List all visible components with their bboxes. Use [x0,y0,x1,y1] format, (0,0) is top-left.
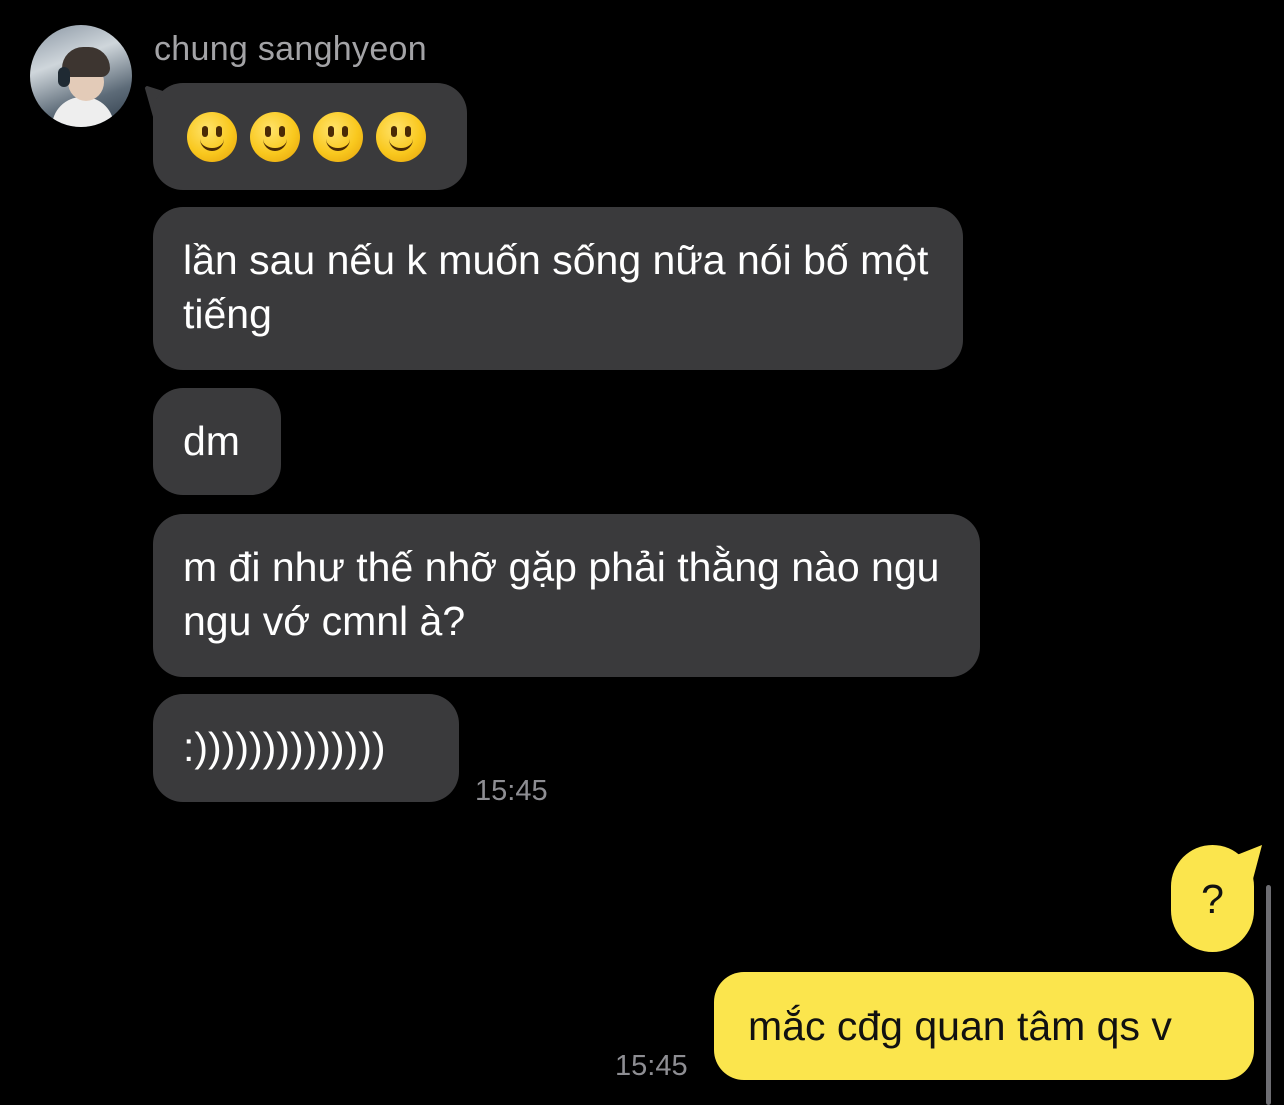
slightly-smiling-face-icon [313,111,363,162]
avatar-shirt [52,97,114,127]
slightly-smiling-face-icon [187,111,237,162]
scrollbar[interactable] [1266,885,1271,1105]
sender-avatar[interactable] [30,25,132,127]
avatar-headphones [58,67,70,87]
outgoing-timestamp: 15:45 [615,1050,688,1082]
incoming-message[interactable]: dm [153,388,281,495]
outgoing-message[interactable]: mắc cđg quan tâm qs v [714,972,1254,1080]
outgoing-message[interactable]: ? [1171,845,1254,952]
emoji-row [187,111,426,162]
incoming-timestamp: 15:45 [475,775,548,807]
slightly-smiling-face-icon [250,111,300,162]
sender-name[interactable]: chung sanghyeon [154,30,427,69]
incoming-message-emoji[interactable] [153,83,467,190]
incoming-message[interactable]: :)))))))))))))) [153,694,459,802]
incoming-message[interactable]: lần sau nếu k muốn sống nữa nói bố một t… [153,207,963,370]
slightly-smiling-face-icon [376,111,426,162]
incoming-message[interactable]: m đi như thế nhỡ gặp phải thằng nào ngu … [153,514,980,677]
